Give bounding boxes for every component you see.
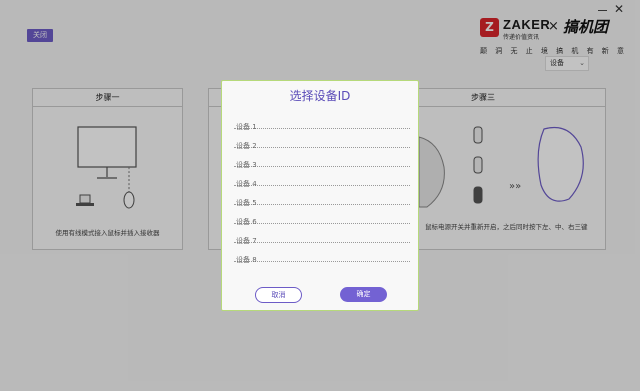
device-label: 设备 5 (236, 199, 257, 207)
device-option[interactable]: 设备 8 (234, 247, 410, 264)
device-option[interactable]: 设备 4 (234, 171, 410, 188)
device-label: 设备 4 (236, 180, 257, 188)
dialog-title: 选择设备ID (289, 89, 351, 103)
device-option[interactable]: 设备 2 (234, 133, 410, 150)
device-label: 设备 2 (236, 142, 257, 150)
device-option[interactable]: 设备 1 (234, 114, 410, 131)
cancel-button[interactable]: 取消 (255, 287, 302, 303)
device-label: 设备 7 (236, 237, 257, 245)
device-option[interactable]: 设备 5 (234, 190, 410, 207)
device-label: 设备 1 (236, 123, 257, 131)
device-option[interactable]: 设备 6 (234, 209, 410, 226)
device-label: 设备 3 (236, 161, 257, 169)
device-option[interactable]: 设备 7 (234, 228, 410, 245)
select-device-dialog: 选择设备ID 设备 1 设备 2 设备 3 设备 4 设备 5 设备 6 设备 … (221, 80, 419, 311)
device-label: 设备 6 (236, 218, 257, 226)
device-option[interactable]: 设备 3 (234, 152, 410, 169)
device-label: 设备 8 (236, 256, 257, 264)
confirm-button[interactable]: 确定 (340, 287, 387, 302)
